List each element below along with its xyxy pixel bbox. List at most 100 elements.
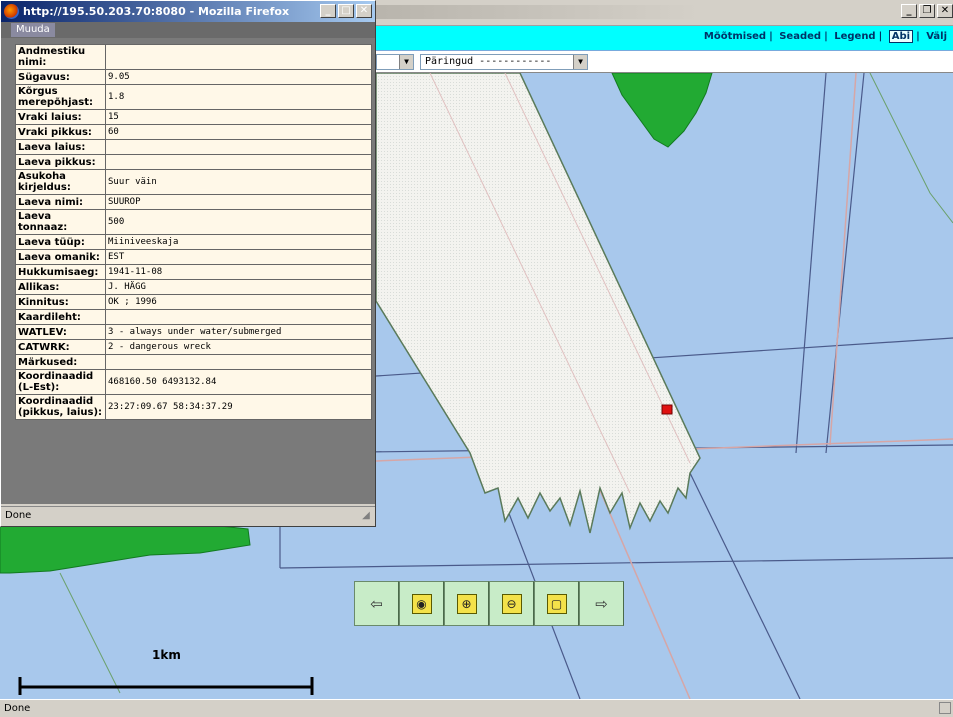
table-row: Vraki laius: 15 bbox=[15, 109, 372, 125]
attribute-label: CATWRK: bbox=[15, 339, 106, 355]
attribute-value bbox=[105, 44, 372, 70]
table-row: Allikas: J. HÄGG bbox=[15, 279, 372, 295]
pan-left-button[interactable]: ⇦ bbox=[354, 581, 399, 626]
attribute-value: 23:27:09.67 58:34:37.29 bbox=[105, 394, 372, 420]
link-abi[interactable]: Abi bbox=[888, 30, 914, 43]
attribute-value bbox=[105, 154, 372, 170]
link-moodtmised[interactable]: Mõõtmised bbox=[704, 31, 766, 42]
attribute-area: Andmestiku nimi: Sügavus: 9.05 Kõrgus merep… bbox=[1, 38, 375, 504]
status-panel-icon bbox=[939, 702, 951, 714]
info-popup-window: http://195.50.203.70:8080 - Mozilla Fire… bbox=[0, 0, 376, 527]
zoom-in-button[interactable]: ⊕ bbox=[444, 581, 489, 626]
table-row: Kaardileht: bbox=[15, 309, 372, 325]
header-links: Mõõtmised | Seaded | Legend | Abi | Välj bbox=[703, 30, 947, 43]
center-button[interactable]: ◉ bbox=[399, 581, 444, 626]
chevron-down-icon: ▼ bbox=[399, 55, 413, 69]
popup-titlebar[interactable]: http://195.50.203.70:8080 - Mozilla Fire… bbox=[1, 1, 375, 22]
scale-label: 1km bbox=[152, 648, 181, 662]
attribute-label: Koordinaadid (L-Est): bbox=[15, 369, 106, 395]
full-extent-button[interactable]: ▢ bbox=[534, 581, 579, 626]
edit-button[interactable]: Muuda bbox=[11, 23, 55, 37]
attribute-value: 500 bbox=[105, 209, 372, 235]
attribute-value bbox=[105, 309, 372, 325]
attribute-label: Laeva tüüp: bbox=[15, 234, 106, 250]
center-target-icon: ◉ bbox=[411, 593, 432, 614]
resize-grip-icon[interactable]: ◢ bbox=[359, 509, 373, 523]
attribute-label: Vraki laius: bbox=[15, 109, 106, 125]
attribute-value: 468160.50 6493132.84 bbox=[105, 369, 372, 395]
popup-status-text: Done bbox=[5, 510, 32, 521]
attribute-label: Hukkumisaeg: bbox=[15, 264, 106, 280]
link-legend[interactable]: Legend bbox=[834, 31, 875, 42]
attribute-value: 1941-11-08 bbox=[105, 264, 372, 280]
pan-right-button[interactable]: ⇨ bbox=[579, 581, 624, 626]
link-seaded[interactable]: Seaded bbox=[779, 31, 821, 42]
attribute-value: 15 bbox=[105, 109, 372, 125]
table-row: Laeva omanik: EST bbox=[15, 249, 372, 265]
attribute-value: J. HÄGG bbox=[105, 279, 372, 295]
attribute-label: Koordinaadid (pikkus, laius): bbox=[15, 394, 106, 420]
scale-bar bbox=[18, 677, 314, 695]
maximize-icon[interactable]: □ bbox=[338, 4, 354, 18]
attribute-label: Kinnitus: bbox=[15, 294, 106, 310]
attribute-label: Laeva pikkus: bbox=[15, 154, 106, 170]
titlebar-stripe bbox=[370, 5, 700, 19]
minimize-icon[interactable]: _ bbox=[901, 4, 917, 18]
queries-select[interactable]: Päringud ------------ ▼ bbox=[420, 54, 588, 70]
attribute-label: WATLEV: bbox=[15, 324, 106, 340]
attribute-value bbox=[105, 354, 372, 370]
attribute-table: Andmestiku nimi: Sügavus: 9.05 Kõrgus merep… bbox=[15, 44, 372, 420]
table-row: Vraki pikkus: 60 bbox=[15, 124, 372, 140]
arrow-left-icon: ⇦ bbox=[370, 594, 383, 613]
queries-select-value: Päringud ------------ bbox=[425, 56, 552, 67]
browser-statusbar: Done bbox=[0, 699, 953, 717]
zoom-out-icon: ⊖ bbox=[501, 593, 522, 614]
attribute-value: Miiniveeskaja bbox=[105, 234, 372, 250]
table-row: Koordinaadid (L-Est): 468160.50 6493132.8… bbox=[15, 369, 372, 395]
status-text: Done bbox=[4, 703, 31, 714]
layer-select[interactable]: ▼ bbox=[376, 54, 414, 70]
table-row: Koordinaadid (pikkus, laius): 23:27:09.67… bbox=[15, 394, 372, 420]
attribute-value: SUUROP bbox=[105, 194, 372, 210]
attribute-value bbox=[105, 139, 372, 155]
attribute-label: Laeva omanik: bbox=[15, 249, 106, 265]
attribute-label: Kaardileht: bbox=[15, 309, 106, 325]
attribute-value: 3 - always under water/submerged bbox=[105, 324, 372, 340]
attribute-value: 60 bbox=[105, 124, 372, 140]
popup-menu-bar: Muuda bbox=[1, 22, 375, 38]
map-toolbar: ⇦ ◉ ⊕ ⊖ ▢ ⇨ bbox=[354, 581, 624, 626]
attribute-label: Andmestiku nimi: bbox=[15, 44, 106, 70]
close-icon[interactable]: ✕ bbox=[356, 4, 372, 18]
restore-icon[interactable]: ❐ bbox=[919, 4, 935, 18]
firefox-icon bbox=[4, 4, 19, 19]
minimize-icon[interactable]: _ bbox=[320, 4, 336, 18]
popup-statusbar: Done ◢ bbox=[1, 506, 375, 526]
table-row: Kinnitus: OK ; 1996 bbox=[15, 294, 372, 310]
attribute-value: OK ; 1996 bbox=[105, 294, 372, 310]
table-row: Andmestiku nimi: bbox=[15, 44, 372, 70]
table-row: Märkused: bbox=[15, 354, 372, 370]
attribute-value: 2 - dangerous wreck bbox=[105, 339, 372, 355]
attribute-label: Laeva tonnaaz: bbox=[15, 209, 106, 235]
chevron-down-icon: ▼ bbox=[573, 55, 587, 69]
attribute-label: Laeva nimi: bbox=[15, 194, 106, 210]
close-icon[interactable]: ✕ bbox=[937, 4, 953, 18]
table-row: Laeva nimi: SUUROP bbox=[15, 194, 372, 210]
arrow-right-icon: ⇨ bbox=[595, 594, 608, 613]
attribute-label: Kõrgus merepõhjast: bbox=[15, 84, 106, 110]
attribute-value: Suur väin bbox=[105, 169, 372, 195]
table-row: Asukoha kirjeldus: Suur väin bbox=[15, 169, 372, 195]
attribute-label: Sügavus: bbox=[15, 69, 106, 85]
table-row: Laeva laius: bbox=[15, 139, 372, 155]
attribute-value: 9.05 bbox=[105, 69, 372, 85]
table-row: Sügavus: 9.05 bbox=[15, 69, 372, 85]
table-row: Laeva pikkus: bbox=[15, 154, 372, 170]
attribute-value: 1.8 bbox=[105, 84, 372, 110]
zoom-out-button[interactable]: ⊖ bbox=[489, 581, 534, 626]
attribute-label: Allikas: bbox=[15, 279, 106, 295]
attribute-label: Märkused: bbox=[15, 354, 106, 370]
table-row: Laeva tüüp: Miiniveeskaja bbox=[15, 234, 372, 250]
wreck-marker bbox=[661, 404, 673, 415]
link-valju[interactable]: Välj bbox=[926, 31, 947, 42]
table-row: Hukkumisaeg: 1941-11-08 bbox=[15, 264, 372, 280]
